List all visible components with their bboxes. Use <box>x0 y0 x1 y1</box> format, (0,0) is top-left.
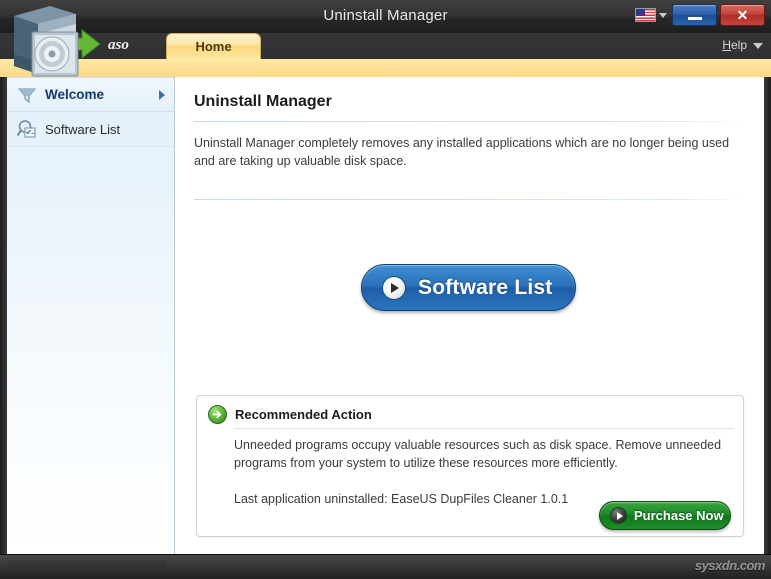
main-content: Uninstall Manager Uninstall Manager comp… <box>176 77 764 555</box>
window-frame-right <box>764 77 771 555</box>
sidebar-item-software-list[interactable]: Software List <box>7 112 174 147</box>
sidebar: Welcome Software List <box>7 77 175 555</box>
magnifier-list-icon <box>17 120 36 138</box>
intro-paragraph: Uninstall Manager completely removes any… <box>194 136 730 168</box>
tab-home-label: Home <box>195 39 232 54</box>
sidebar-item-label: Software List <box>45 121 121 137</box>
language-selector[interactable] <box>633 7 669 23</box>
watermark-text: sysxdn.com <box>694 558 766 573</box>
close-icon: ✕ <box>736 7 749 23</box>
software-box-cd-icon <box>14 6 101 77</box>
tab-strip <box>0 59 771 78</box>
close-button[interactable]: ✕ <box>720 4 765 26</box>
sidebar-item-welcome[interactable]: Welcome <box>7 77 174 112</box>
status-bar-segment <box>8 560 165 574</box>
recommended-action-divider <box>234 428 734 429</box>
minimize-button[interactable] <box>672 4 717 26</box>
brand-logo-text: aso <box>108 37 129 53</box>
chevron-down-icon <box>659 12 667 18</box>
help-menu[interactable]: Help <box>722 38 763 52</box>
help-link[interactable]: Help <box>722 38 747 52</box>
software-list-button[interactable]: Software List <box>361 264 576 311</box>
divider-middle <box>194 199 746 200</box>
recommended-action-header: Recommended Action <box>208 405 372 424</box>
tab-home[interactable]: Home <box>166 33 261 59</box>
green-arrow-circle-icon <box>208 405 227 424</box>
purchase-now-button-label: Purchase Now <box>634 508 724 523</box>
funnel-icon <box>17 88 37 103</box>
window-controls: ✕ <box>633 4 765 26</box>
body-area: Welcome Software List Uninstall Manager … <box>0 77 771 555</box>
us-flag-icon <box>635 8 656 22</box>
recommended-action-title: Recommended Action <box>235 407 372 422</box>
software-list-button-label: Software List <box>418 275 553 299</box>
recommended-action-panel: Recommended Action Unneeded programs occ… <box>196 395 744 537</box>
status-bar: sysxdn.com <box>0 554 771 579</box>
recommended-action-body: Unneeded programs occupy valuable resour… <box>234 438 722 470</box>
chevron-down-icon <box>753 43 763 49</box>
title-bar: Uninstall Manager ✕ <box>0 0 771 33</box>
application-window: Uninstall Manager ✕ aso Home Help Welcom… <box>0 0 771 579</box>
minimize-icon <box>687 17 702 20</box>
divider-top <box>194 121 746 122</box>
chevron-right-icon <box>159 89 165 100</box>
play-circle-icon <box>610 507 627 524</box>
play-circle-icon <box>382 275 406 300</box>
purchase-now-button[interactable]: Purchase Now <box>599 501 731 530</box>
last-uninstalled-text: Last application uninstalled: EaseUS Dup… <box>234 492 569 506</box>
page-title: Uninstall Manager <box>194 93 332 110</box>
sidebar-item-label: Welcome <box>45 87 105 102</box>
window-frame-left <box>0 77 7 555</box>
